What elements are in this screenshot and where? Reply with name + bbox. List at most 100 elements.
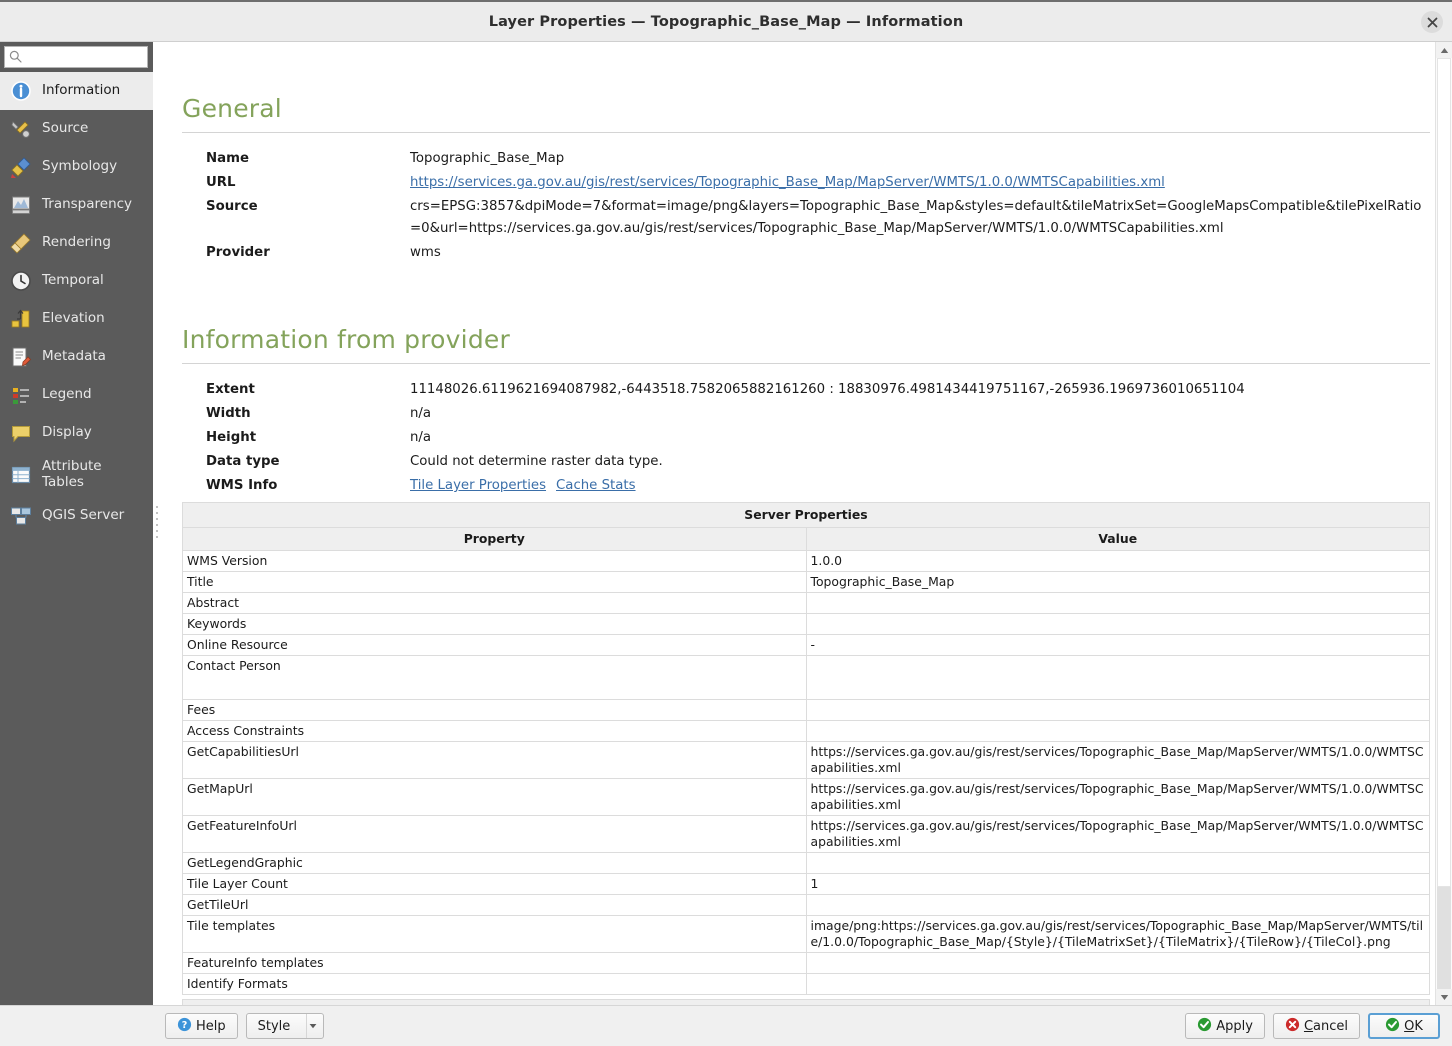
table-grid-icon (9, 463, 33, 487)
info-icon (9, 79, 33, 103)
help-button[interactable]: ? Help (165, 1013, 238, 1039)
sidebar-splitter[interactable] (153, 42, 160, 1005)
dialog-footer: ? Help Style Apply Cancel OK (0, 1005, 1452, 1046)
sidebar-item-label: Temporal (42, 272, 104, 289)
provider-divider (182, 363, 1430, 364)
server-properties-block: Server Properties Property Value WMS Ver… (182, 502, 1430, 995)
row-value (805, 852, 1430, 874)
scrollbar-track-lower[interactable] (1437, 886, 1451, 989)
row-property: Identify Formats (182, 973, 807, 995)
tile-layer-properties-link[interactable]: Tile Layer Properties (410, 475, 546, 497)
ok-button[interactable]: OK (1368, 1013, 1440, 1039)
scroll-up-icon[interactable] (1436, 42, 1452, 58)
sidebar-item-metadata[interactable]: Metadata (0, 338, 153, 376)
sidebar-item-qgis-server[interactable]: QGIS Server (0, 497, 153, 535)
provider-value-data-type: Could not determine raster data type. (410, 454, 663, 469)
sidebar-item-temporal[interactable]: Temporal (0, 262, 153, 300)
provider-key-wms-info: WMS Info (206, 478, 278, 493)
sidebar-item-information[interactable]: Information (0, 72, 153, 110)
apply-label: Apply (1216, 1018, 1253, 1034)
row-property: FeatureInfo templates (182, 952, 807, 974)
row-value (805, 894, 1430, 916)
table-row: Contact Person (182, 655, 1430, 700)
scrollbar-thumb[interactable] (1437, 58, 1451, 887)
server-properties-band: Server Properties (182, 502, 1430, 528)
provider-key-extent: Extent (206, 382, 255, 397)
sidebar-item-label: Source (42, 120, 89, 137)
sidebar-item-display[interactable]: Display (0, 414, 153, 452)
sidebar-item-symbology[interactable]: Symbology (0, 148, 153, 186)
row-property: WMS Version (182, 550, 807, 572)
provider-key-data-type: Data type (206, 454, 280, 469)
scroll-down-icon[interactable] (1436, 989, 1452, 1005)
legend-icon (9, 383, 33, 407)
provider-value-extent: 11148026.6119621694087982,-6443518.75820… (410, 382, 1245, 397)
search-box[interactable] (4, 46, 148, 68)
general-key-source: Source (206, 199, 258, 214)
table-row: Title Topographic_Base_Map (182, 571, 1430, 593)
help-question-icon: ? (177, 1017, 192, 1036)
row-property: Keywords (182, 613, 807, 635)
provider-value-wms-info: Tile Layer Properties Cache Stats (410, 474, 1430, 498)
row-value: 1 (805, 873, 1430, 895)
table-row: Identify Formats (182, 973, 1430, 995)
row-value (805, 655, 1430, 700)
sidebar-item-transparency[interactable]: Transparency (0, 186, 153, 224)
sidebar-item-legend[interactable]: Legend (0, 376, 153, 414)
row-property: GetFeatureInfoUrl (182, 815, 807, 853)
vertical-scrollbar[interactable] (1435, 42, 1452, 1005)
cache-stats-link[interactable]: Cache Stats (556, 475, 636, 497)
provider-value-height: n/a (410, 430, 432, 445)
row-value (805, 613, 1430, 635)
close-icon[interactable] (1421, 11, 1443, 33)
symbology-brush-icon (9, 155, 33, 179)
general-value-name: Topographic_Base_Map (410, 151, 565, 166)
sidebar-item-elevation[interactable]: Elevation (0, 300, 153, 338)
sidebar-item-label: Legend (42, 386, 92, 403)
row-property: Online Resource (182, 634, 807, 656)
table-row: GetCapabilitiesUrl https://services.ga.go… (182, 741, 1430, 779)
cancel-button[interactable]: Cancel (1272, 1013, 1360, 1039)
speech-bubble-icon (9, 421, 33, 445)
tileset-properties-block: Tileset Properties Identifier Tile mode … (182, 999, 1430, 1005)
url-link[interactable]: https://services.ga.gov.au/gis/rest/serv… (410, 175, 1165, 190)
apply-button[interactable]: Apply (1185, 1013, 1265, 1039)
sidebar-item-label: Rendering (42, 234, 111, 251)
row-value (805, 952, 1430, 974)
table-row: Keywords (182, 613, 1430, 635)
table-row: Tile Layer Count 1 (182, 873, 1430, 895)
general-key-url: URL (206, 175, 236, 190)
sidebar-item-attribute-tables[interactable]: Attribute Tables (0, 452, 153, 497)
row-value: Topographic_Base_Map (805, 571, 1430, 593)
sidebar-item-rendering[interactable]: Rendering (0, 224, 153, 262)
general-value-provider: wms (410, 245, 441, 260)
cancel-mnemonic: C (1303, 1018, 1314, 1034)
general-value-url: https://services.ga.gov.au/gis/rest/serv… (410, 171, 1430, 195)
chevron-down-icon[interactable] (306, 1014, 319, 1038)
window-title: Layer Properties — Topographic_Base_Map … (488, 13, 964, 30)
row-value (805, 699, 1430, 721)
ok-mnemonic: O (1404, 1018, 1415, 1034)
row-value: https://services.ga.gov.au/gis/rest/serv… (805, 741, 1430, 779)
row-value (805, 720, 1430, 742)
sidebar-item-label: Attribute Tables (42, 458, 102, 490)
search-input[interactable] (26, 50, 143, 64)
sidebar-item-label: Metadata (42, 348, 106, 365)
layer-properties-dialog: Layer Properties — Topographic_Base_Map … (0, 0, 1452, 1046)
sidebar-item-source[interactable]: Source (0, 110, 153, 148)
row-property: Title (182, 571, 807, 593)
general-divider (182, 132, 1430, 133)
server-col-value: Value (805, 527, 1430, 551)
row-property: Access Constraints (182, 720, 807, 742)
scrollbar-track[interactable] (1436, 58, 1452, 989)
row-value: - (805, 634, 1430, 656)
dialog-body: Information Source Symbology Transparenc… (0, 42, 1452, 1005)
table-row: GetTileUrl (182, 894, 1430, 916)
cancel-label: Cancel (1304, 1019, 1348, 1034)
table-row: Tile templates image/png:https://services… (182, 915, 1430, 953)
table-row: Fees (182, 699, 1430, 721)
server-properties-table: Server Properties Property Value WMS Ver… (182, 502, 1430, 995)
style-button[interactable]: Style (245, 1013, 325, 1039)
ok-label: OK (1404, 1019, 1423, 1034)
